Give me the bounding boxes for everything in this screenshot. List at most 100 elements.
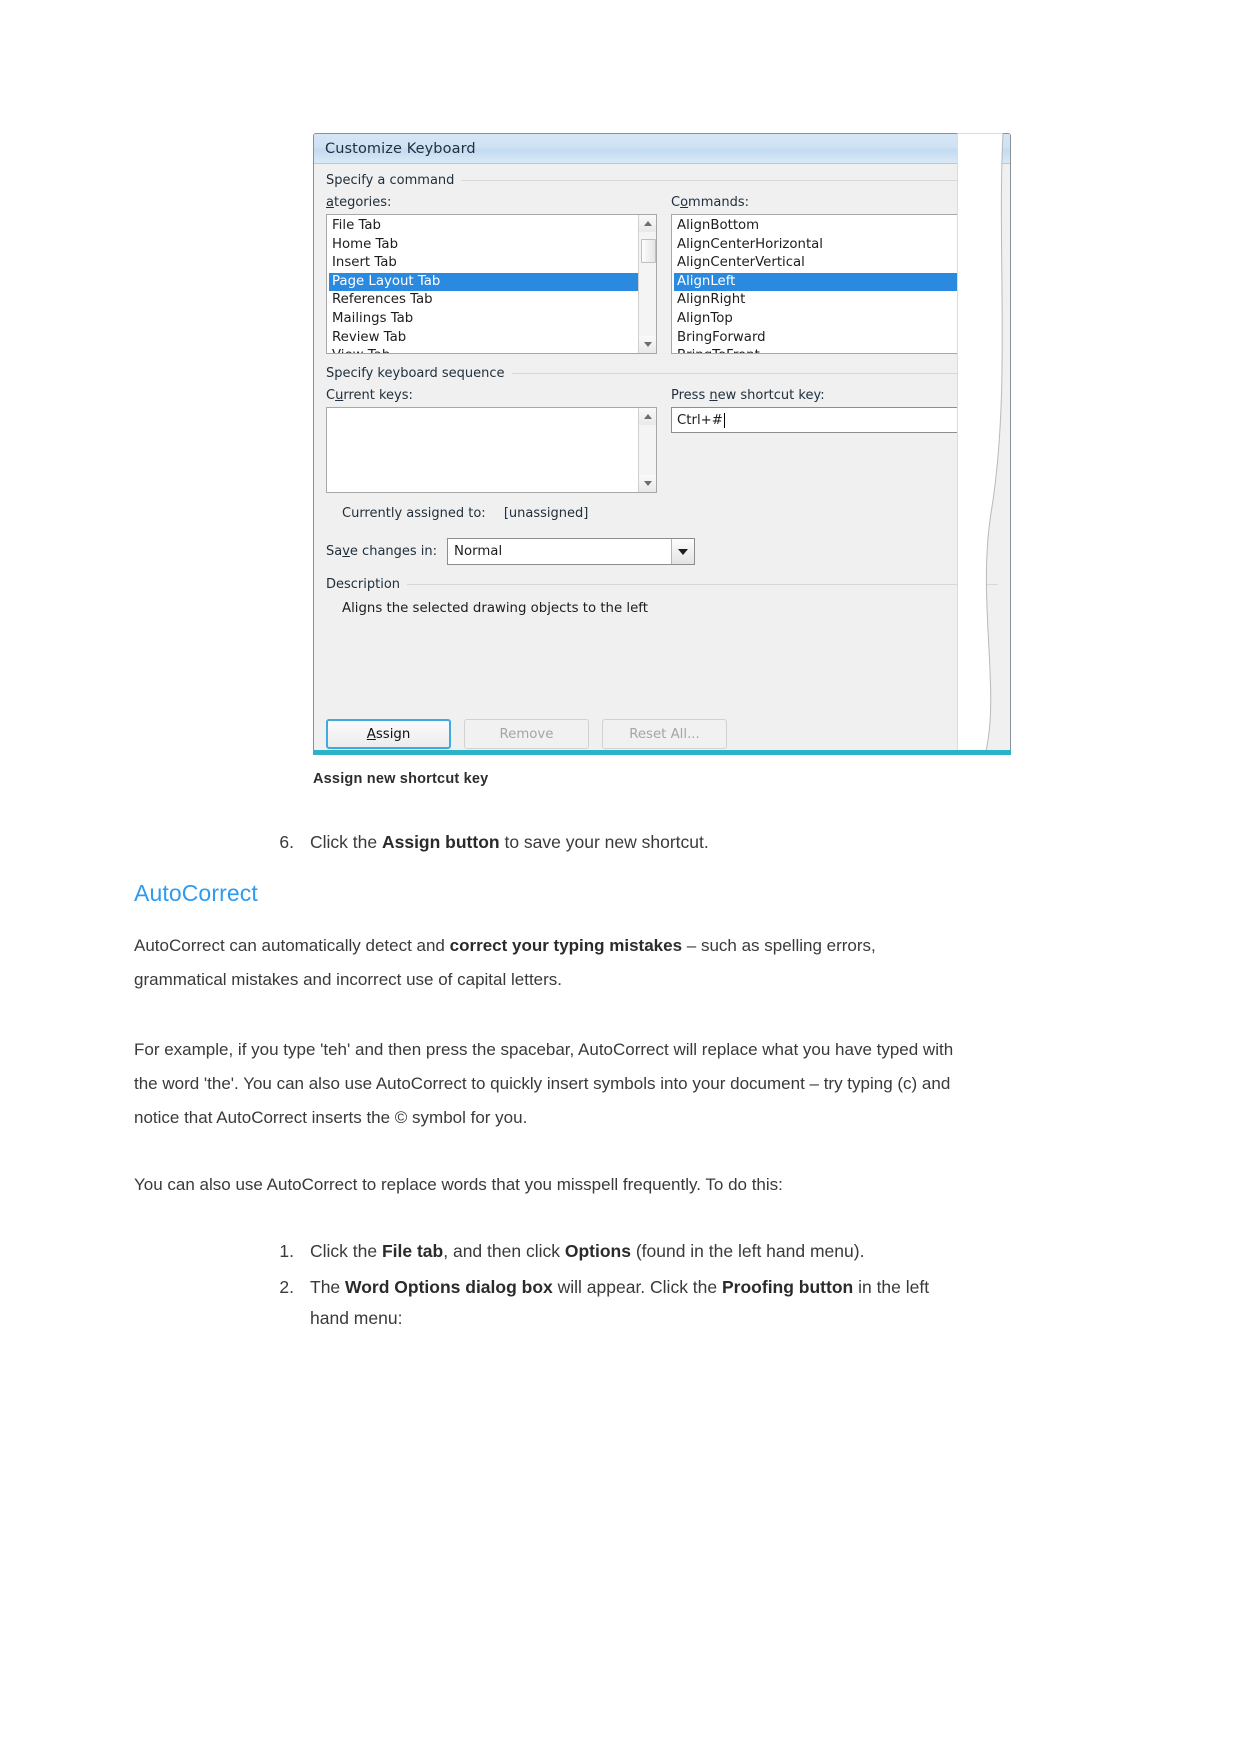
list-item[interactable]: BringToFront: [674, 347, 997, 353]
commands-column: Commands: AlignBottom AlignCenterHorizon…: [671, 195, 998, 354]
paragraph-one-part1: AutoCorrect can automatically detect and: [134, 936, 450, 955]
current-keys-label-post: rrent keys:: [343, 388, 413, 403]
categories-items: File Tab Home Tab Insert Tab Page Layout…: [327, 215, 638, 353]
commands-listbox[interactable]: AlignBottom AlignCenterHorizontal AlignC…: [671, 214, 998, 354]
commands-accel: o: [680, 195, 689, 210]
press-new-shortcut-label: Press new shortcut key:: [671, 388, 998, 403]
dialog-body: Specify a command ategories: File Tab Ho…: [314, 173, 1010, 754]
categories-accel: a: [326, 195, 334, 210]
current-keys-items: [327, 408, 638, 492]
press-new-shortcut-accel: n: [709, 388, 718, 403]
step-part2: will appear. Click the: [552, 1277, 722, 1297]
remove-button-label: Remove: [499, 726, 554, 742]
scrollbar-thumb[interactable]: [641, 239, 656, 263]
page-section-heading: AutoCorrect: [134, 880, 258, 906]
categories-label-post: tegories:: [333, 195, 392, 210]
text-caret: [723, 412, 725, 428]
commands-label-post: mmands:: [688, 195, 749, 210]
list-item-selected[interactable]: Page Layout Tab: [329, 272, 638, 292]
command-columns: ategories: File Tab Home Tab Insert Tab …: [326, 195, 998, 354]
categories-column: ategories: File Tab Home Tab Insert Tab …: [326, 195, 657, 354]
press-new-shortcut-value: Ctrl+#: [677, 412, 723, 428]
scroll-down-icon[interactable]: [639, 336, 656, 353]
autocorrect-steps-list: 1. Click the File tab, and then click Op…: [276, 1236, 956, 1334]
step-number: 2.: [279, 1277, 294, 1297]
step-bold2: Proofing button: [722, 1277, 854, 1297]
chevron-down-icon[interactable]: [671, 539, 695, 564]
list-item[interactable]: BringForward: [674, 329, 997, 348]
step-text: The Word Options dialog box will appear.…: [310, 1272, 956, 1334]
step-part3: (found in the left hand menu).: [630, 1241, 865, 1261]
save-changes-label-post: e changes in:: [349, 544, 438, 559]
step-bold: Assign button: [381, 832, 500, 852]
press-new-shortcut-label-post: ew shortcut key:: [717, 388, 825, 403]
list-item[interactable]: View Tab: [329, 347, 638, 353]
step-text: Click the Assign button to save your new…: [310, 827, 976, 858]
step-bold1: Word Options dialog box: [345, 1277, 553, 1297]
currently-assigned-value: [unassigned]: [503, 506, 589, 521]
list-item[interactable]: Insert Tab: [329, 254, 638, 273]
list-item[interactable]: AlignTop: [674, 310, 997, 329]
save-changes-accel: v: [342, 544, 350, 559]
scroll-up-icon[interactable]: [639, 215, 656, 232]
commands-items: AlignBottom AlignCenterHorizontal AlignC…: [672, 215, 997, 353]
list-item-selected[interactable]: AlignLeft: [674, 272, 997, 292]
current-keys-listbox[interactable]: [326, 407, 657, 493]
current-keys-scrollbar[interactable]: [638, 408, 656, 492]
current-keys-label: Current keys:: [326, 388, 657, 403]
list-item[interactable]: AlignCenterHorizontal: [674, 236, 997, 255]
step-tail: to save your new shortcut.: [499, 832, 709, 852]
group-description-label: Description: [326, 577, 401, 592]
list-item: 2. The Word Options dialog box will appe…: [276, 1272, 956, 1334]
list-item[interactable]: AlignBottom: [674, 217, 997, 236]
step-part1: The: [310, 1277, 346, 1297]
remove-button[interactable]: Remove: [464, 719, 589, 749]
list-item[interactable]: Home Tab: [329, 236, 638, 255]
list-item[interactable]: Mailings Tab: [329, 310, 638, 329]
reset-all-button-label: Reset All...: [629, 726, 700, 742]
save-changes-in-row: Save changes in: Normal: [326, 538, 998, 565]
press-new-shortcut-column: Press new shortcut key: Ctrl+#: [671, 388, 998, 493]
group-divider: [511, 373, 998, 374]
customize-keyboard-dialog: Customize Keyboard Specify a command ate…: [313, 133, 1011, 755]
save-changes-in-label: Save changes in:: [326, 544, 437, 559]
categories-listbox[interactable]: File Tab Home Tab Insert Tab Page Layout…: [326, 214, 657, 354]
reset-all-button[interactable]: Reset All...: [602, 719, 727, 749]
categories-label: ategories:: [326, 195, 657, 210]
commands-label-pre: C: [671, 195, 681, 210]
press-new-shortcut-label-pre: Press: [671, 388, 710, 403]
dialog-title: Customize Keyboard: [325, 140, 476, 157]
current-keys-column: Current keys:: [326, 388, 657, 493]
group-specify-keyboard-sequence: Specify keyboard sequence: [326, 366, 998, 381]
step-number: 6.: [279, 832, 294, 852]
paragraph-three: You can also use AutoCorrect to replace …: [134, 1175, 783, 1194]
screenshot-figure: Customize Keyboard Specify a command ate…: [313, 133, 1011, 755]
save-changes-in-value: Normal: [454, 544, 503, 559]
assign-button[interactable]: Assign: [326, 719, 451, 749]
scroll-down-icon[interactable]: [639, 475, 656, 492]
list-item[interactable]: Review Tab: [329, 329, 638, 348]
paragraph-one: AutoCorrect can automatically detect and…: [134, 929, 970, 997]
paragraph-one-bold: correct your typing mistakes: [449, 936, 683, 955]
commands-label: Commands:: [671, 195, 998, 210]
list-item[interactable]: AlignRight: [674, 291, 997, 310]
currently-assigned-label: Currently assigned to:: [342, 506, 486, 521]
list-item[interactable]: References Tab: [329, 291, 638, 310]
step-lead: Click the: [310, 832, 382, 852]
press-new-shortcut-input[interactable]: Ctrl+#: [671, 407, 998, 433]
step-part1: Click the: [310, 1241, 382, 1261]
save-changes-label-pre: Sa: [326, 544, 343, 559]
step-bold1: File tab: [381, 1241, 444, 1261]
list-item[interactable]: File Tab: [329, 217, 638, 236]
list-item[interactable]: AlignCenterVertical: [674, 254, 997, 273]
categories-scrollbar[interactable]: [638, 215, 656, 353]
group-specify-command-label: Specify a command: [326, 173, 455, 188]
group-description: Description: [326, 577, 998, 592]
scroll-up-icon[interactable]: [639, 408, 656, 425]
group-specify-keyboard-sequence-label: Specify keyboard sequence: [326, 366, 505, 381]
dialog-button-row: Assign Remove Reset All...: [326, 719, 727, 749]
list-item: 6. Click the Assign button to save your …: [276, 827, 976, 858]
save-changes-in-select[interactable]: Normal: [447, 538, 696, 565]
currently-assigned-row: Currently assigned to: [unassigned]: [326, 506, 998, 521]
step-text: Click the File tab, and then click Optio…: [310, 1236, 956, 1267]
